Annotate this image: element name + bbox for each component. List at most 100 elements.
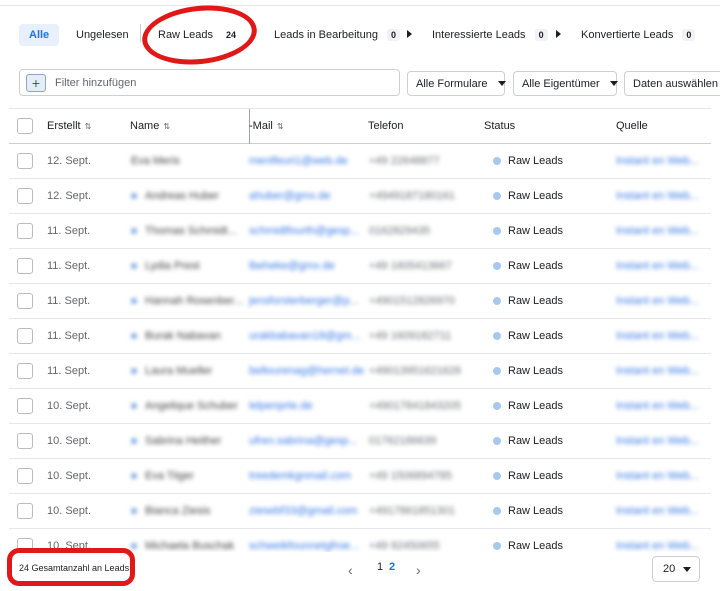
add-filter-icon[interactable]: + — [26, 73, 46, 92]
lead-email[interactable]: urakbabavan18@gm... — [249, 330, 360, 342]
lead-source[interactable]: Instant en Web... — [616, 225, 699, 237]
tab-leads-in-bearbeitung[interactable]: Leads in Bearbeitung 0 — [274, 24, 400, 46]
status-dot-icon — [493, 472, 501, 480]
filter-input[interactable]: + Filter hinzufügen — [19, 69, 400, 96]
table-row[interactable]: 10. Sept. Angelique Schuber lelpenprte.de +… — [9, 389, 711, 424]
table-row[interactable]: 12. Sept. Andreas Huber ahuber@gmx.de +4949… — [9, 179, 711, 214]
row-checkbox[interactable] — [17, 433, 33, 449]
row-checkbox[interactable] — [17, 398, 33, 414]
row-checkbox[interactable] — [17, 328, 33, 344]
lead-phone: +49 22648877 — [369, 155, 440, 167]
lead-name-text: Laura Mueller — [145, 365, 213, 377]
owners-dropdown[interactable]: Alle Eigentümer — [513, 71, 618, 96]
tab-interessierte-label: Interessierte Leads — [432, 29, 526, 41]
lead-name[interactable]: Michaela Buschak — [131, 540, 234, 552]
table-row[interactable]: 10. Sept. Michaela Buschak schweikfounnetg… — [9, 529, 711, 552]
lead-name[interactable]: Bianca Ziesis — [131, 505, 210, 517]
row-checkbox[interactable] — [17, 188, 33, 204]
lead-email[interactable]: schweikfounnetgfroe... — [249, 540, 359, 552]
lead-email[interactable]: mentfeuri1@web.de — [249, 155, 348, 167]
date-dropdown[interactable]: Daten auswählen — [624, 71, 720, 96]
tab-interessierte-count: 0 — [534, 29, 548, 41]
lead-email[interactable]: ufren.sabrina@gesp... — [249, 435, 357, 447]
table-row[interactable]: 11. Sept. Lydia Prest lbeheke@gmx.de +49 16… — [9, 249, 711, 284]
lead-source[interactable]: Instant en Web... — [616, 365, 699, 377]
lead-email[interactable]: jensforsterberger@p... — [249, 295, 359, 307]
table-row[interactable]: 10. Sept. Sabrina Heither ufren.sabrina@ge… — [9, 424, 711, 459]
lead-source[interactable]: Instant en Web... — [616, 330, 699, 342]
lead-email[interactable]: lbeheke@gmx.de — [249, 260, 335, 272]
header-email[interactable]: -Mail ⇅ — [249, 120, 284, 132]
lead-email[interactable]: treedemkgnmail.com — [249, 470, 351, 482]
tab-separator — [140, 24, 141, 42]
lead-source[interactable]: Instant en Web... — [616, 505, 699, 517]
lead-phone: +49 1609182711 — [369, 330, 452, 342]
row-checkbox[interactable] — [17, 363, 33, 379]
tab-interessierte-leads[interactable]: Interessierte Leads 0 — [432, 24, 548, 46]
tab-raw-leads[interactable]: Raw Leads 24 — [158, 24, 240, 46]
table-row[interactable]: 11. Sept. Laura Mueller bellourenag@hernet… — [9, 354, 711, 389]
lead-name[interactable]: Lydia Prest — [131, 260, 200, 272]
row-checkbox[interactable] — [17, 503, 33, 519]
lead-source[interactable]: Instant en Web... — [616, 295, 699, 307]
header-name[interactable]: Name ⇅ — [130, 120, 170, 132]
lead-name[interactable]: Laura Mueller — [131, 365, 212, 377]
lead-name[interactable]: Andreas Huber — [131, 190, 219, 202]
lead-name-text: Michaela Buschak — [145, 540, 235, 552]
lead-name[interactable]: Eva Tiiger — [131, 470, 194, 482]
per-page-select[interactable]: 20 — [652, 556, 700, 582]
tab-alle[interactable]: Alle — [19, 24, 60, 46]
table-row[interactable]: 10. Sept. Bianca Ziesis ziesebf33@gmail.co… — [9, 494, 711, 529]
header-source-label: Quelle — [616, 120, 648, 132]
lead-email[interactable]: schmidtfourth@gesp... — [249, 225, 359, 237]
lead-name[interactable]: Eva Meris — [131, 155, 180, 167]
table-row[interactable]: 11. Sept. Hannah Rosenber... jensforsterbe… — [9, 284, 711, 319]
lead-source[interactable]: Instant en Web... — [616, 260, 699, 272]
lead-source[interactable]: Instant en Web... — [616, 155, 699, 167]
row-checkbox[interactable] — [17, 258, 33, 274]
lead-phone: +49 1605413667 — [369, 260, 452, 272]
tab-konvertierte-leads[interactable]: Konvertierte Leads 0 — [581, 24, 696, 46]
lead-source[interactable]: Instant en Web... — [616, 400, 699, 412]
lead-email[interactable]: bellourenag@hernet.de — [249, 365, 364, 377]
row-checkbox[interactable] — [17, 223, 33, 239]
lead-name-text: Eva Tiiger — [145, 470, 194, 482]
table-row[interactable]: 12. Sept. Eva Meris mentfeuri1@web.de +49 2… — [9, 144, 711, 179]
lead-name[interactable]: Burak Nabavan — [131, 330, 221, 342]
lead-dot-icon — [131, 193, 137, 200]
select-all-checkbox[interactable] — [17, 118, 33, 134]
forms-dropdown[interactable]: Alle Formulare — [407, 71, 506, 96]
created-date: 11. Sept. — [47, 365, 91, 377]
lead-status: Raw Leads — [493, 470, 563, 482]
row-checkbox[interactable] — [17, 293, 33, 309]
lead-email[interactable]: ahuber@gmx.de — [249, 190, 331, 202]
row-checkbox[interactable] — [17, 538, 33, 552]
lead-name[interactable]: Thomas Schmidt... — [131, 225, 237, 237]
row-checkbox[interactable] — [17, 468, 33, 484]
header-status: Status — [484, 120, 515, 132]
table-row[interactable]: 11. Sept. Burak Nabavan urakbabavan18@gm..… — [9, 319, 711, 354]
lead-source[interactable]: Instant en Web... — [616, 470, 699, 482]
lead-phone: +49013951621626 — [369, 365, 462, 377]
next-page-icon[interactable]: › — [416, 562, 421, 578]
lead-phone: +49017841843205 — [369, 400, 462, 412]
created-date: 10. Sept. — [47, 400, 92, 412]
page-1[interactable]: 1 — [377, 561, 383, 573]
table-row[interactable]: 11. Sept. Thomas Schmidt... schmidtfourth@… — [9, 214, 711, 249]
page-2[interactable]: 2 — [389, 561, 395, 573]
lead-source[interactable]: Instant en Web... — [616, 540, 699, 552]
table-row[interactable]: 10. Sept. Eva Tiiger treedemkgnmail.com +49… — [9, 459, 711, 494]
tab-ungelesen[interactable]: Ungelesen — [76, 24, 129, 46]
lead-name[interactable]: Sabrina Heither — [131, 435, 221, 447]
lead-email[interactable]: ziesebf33@gmail.com — [249, 505, 357, 517]
lead-source[interactable]: Instant en Web... — [616, 435, 699, 447]
lead-phone: 01762186639 — [369, 435, 437, 447]
lead-name[interactable]: Hannah Rosenber... — [131, 295, 243, 307]
lead-source[interactable]: Instant en Web... — [616, 190, 699, 202]
row-checkbox[interactable] — [17, 153, 33, 169]
prev-page-icon[interactable]: ‹ — [348, 562, 353, 578]
header-created[interactable]: Erstellt ⇅ — [47, 120, 91, 132]
lead-name[interactable]: Angelique Schuber — [131, 400, 238, 412]
header-status-label: Status — [484, 120, 516, 132]
lead-email[interactable]: lelpenprte.de — [249, 400, 313, 412]
